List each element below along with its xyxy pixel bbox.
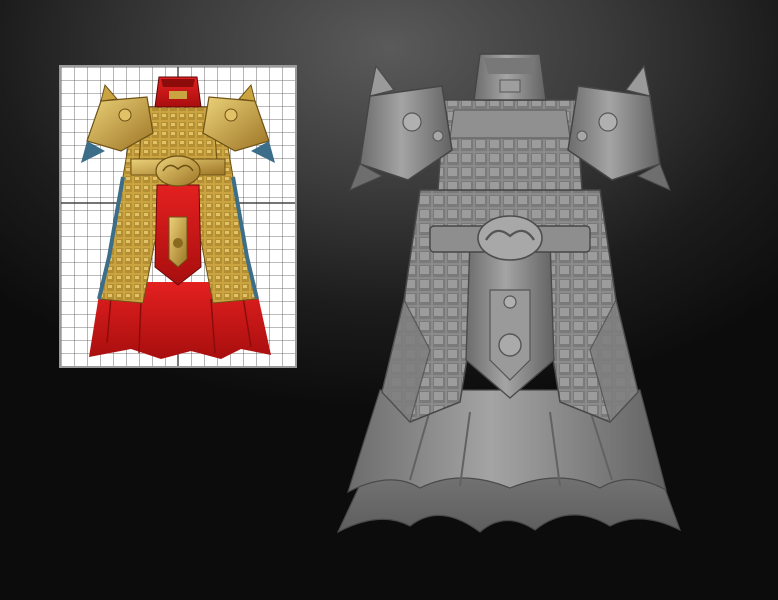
- grey-armor-sculpt: [336, 53, 682, 534]
- sculpt-render: [320, 40, 700, 550]
- textured-reference-image: [59, 65, 297, 368]
- textured-armor-illustration: [61, 67, 295, 366]
